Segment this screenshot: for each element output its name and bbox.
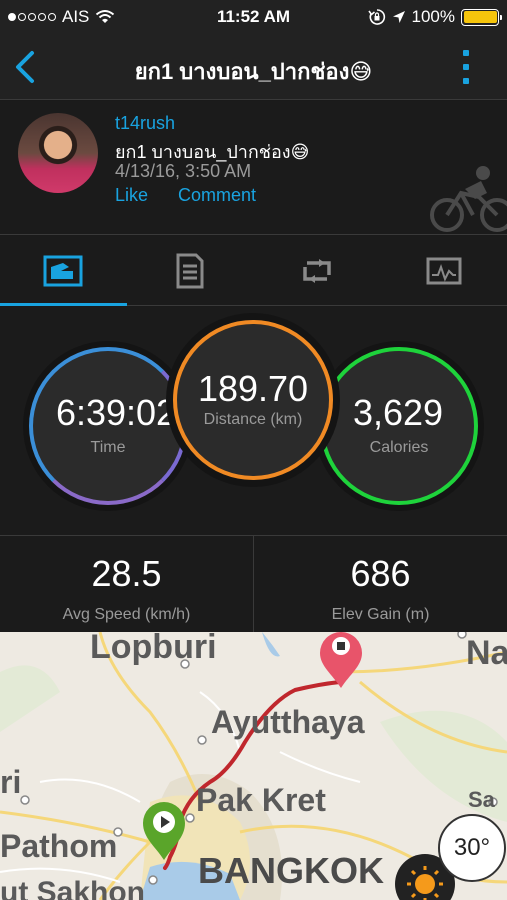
time-circle: 6:39:02 Time — [29, 347, 187, 505]
end-marker-icon[interactable] — [318, 632, 364, 690]
username-link[interactable]: t14rush — [115, 113, 175, 134]
tab-details[interactable] — [127, 236, 254, 305]
tab-bar — [0, 236, 507, 306]
activity-header: t14rush ยก1 บางบอน_ปากช่อง😅 4/13/16, 3:5… — [0, 101, 507, 235]
distance-value: 189.70 — [197, 368, 309, 409]
avg-speed-label: Avg Speed (km/h) — [62, 606, 191, 623]
charts-icon — [426, 257, 462, 284]
distance-label: Distance (km) — [203, 411, 303, 428]
back-button[interactable] — [10, 50, 42, 84]
route-map[interactable]: Lopburi Na Ayutthaya ri Pak Kret Sa Path… — [0, 632, 507, 900]
map-label-lopburi: Lopburi — [90, 632, 217, 666]
status-right: 100% — [367, 7, 502, 27]
summary-stats: 28.5 Avg Speed (km/h) 686 Elev Gain (m) — [0, 535, 507, 632]
map-label-pathom: Pathom — [0, 828, 118, 864]
comment-button[interactable]: Comment — [178, 185, 256, 206]
nav-bar: ยก1 บางบอน_ปากช่อง😅 — [0, 34, 507, 100]
battery-percent: 100% — [411, 7, 455, 26]
map-label-na: Na — [466, 634, 507, 672]
start-marker-icon[interactable] — [141, 800, 187, 862]
time-value: 6:39:02 — [55, 392, 177, 433]
map-label-ri: ri — [0, 764, 22, 800]
elev-gain-value: 686 — [350, 553, 411, 594]
cycling-icon — [430, 166, 507, 232]
map-label-sakhon: ut Sakhon — [0, 876, 146, 900]
orientation-lock-icon — [367, 9, 385, 25]
more-options-button[interactable] — [461, 50, 471, 84]
map-label-ayutthaya: Ayutthaya — [211, 704, 365, 740]
battery-icon — [461, 8, 502, 26]
activity-date: 4/13/16, 3:50 AM — [115, 161, 252, 181]
elev-gain-stat: 686 Elev Gain (m) — [253, 536, 507, 632]
status-bar: AIS 11:52 AM 100% — [0, 0, 507, 34]
tab-charts[interactable] — [380, 236, 507, 305]
time-label: Time — [90, 439, 126, 456]
like-button[interactable]: Like — [115, 185, 148, 206]
tab-laps[interactable] — [254, 236, 381, 305]
details-icon — [176, 253, 204, 288]
avg-speed-value: 28.5 — [91, 553, 162, 594]
tab-summary[interactable] — [0, 236, 127, 306]
calories-value: 3,629 — [352, 392, 444, 433]
page-title: ยก1 บางบอน_ปากช่อง😅 — [134, 59, 373, 84]
calories-label: Calories — [369, 439, 429, 456]
map-label-bangkok: BANGKOK — [198, 850, 384, 891]
stats-circles: 6:39:02 Time 3,629 Calories 189.70 Dista… — [0, 307, 507, 535]
location-arrow-icon — [392, 11, 405, 23]
distance-circle: 189.70 Distance (km) — [173, 320, 333, 480]
map-label-pak-kret: Pak Kret — [196, 782, 326, 818]
avg-speed-stat: 28.5 Avg Speed (km/h) — [0, 536, 253, 632]
temperature-badge[interactable]: 30° — [438, 814, 506, 882]
laps-icon — [303, 258, 331, 283]
elev-gain-label: Elev Gain (m) — [331, 606, 430, 623]
avatar[interactable] — [18, 113, 98, 193]
calories-circle: 3,629 Calories — [320, 347, 478, 505]
chevron-left-icon — [16, 51, 34, 83]
map-label-sa: Sa — [468, 787, 495, 812]
summary-icon — [43, 255, 83, 286]
